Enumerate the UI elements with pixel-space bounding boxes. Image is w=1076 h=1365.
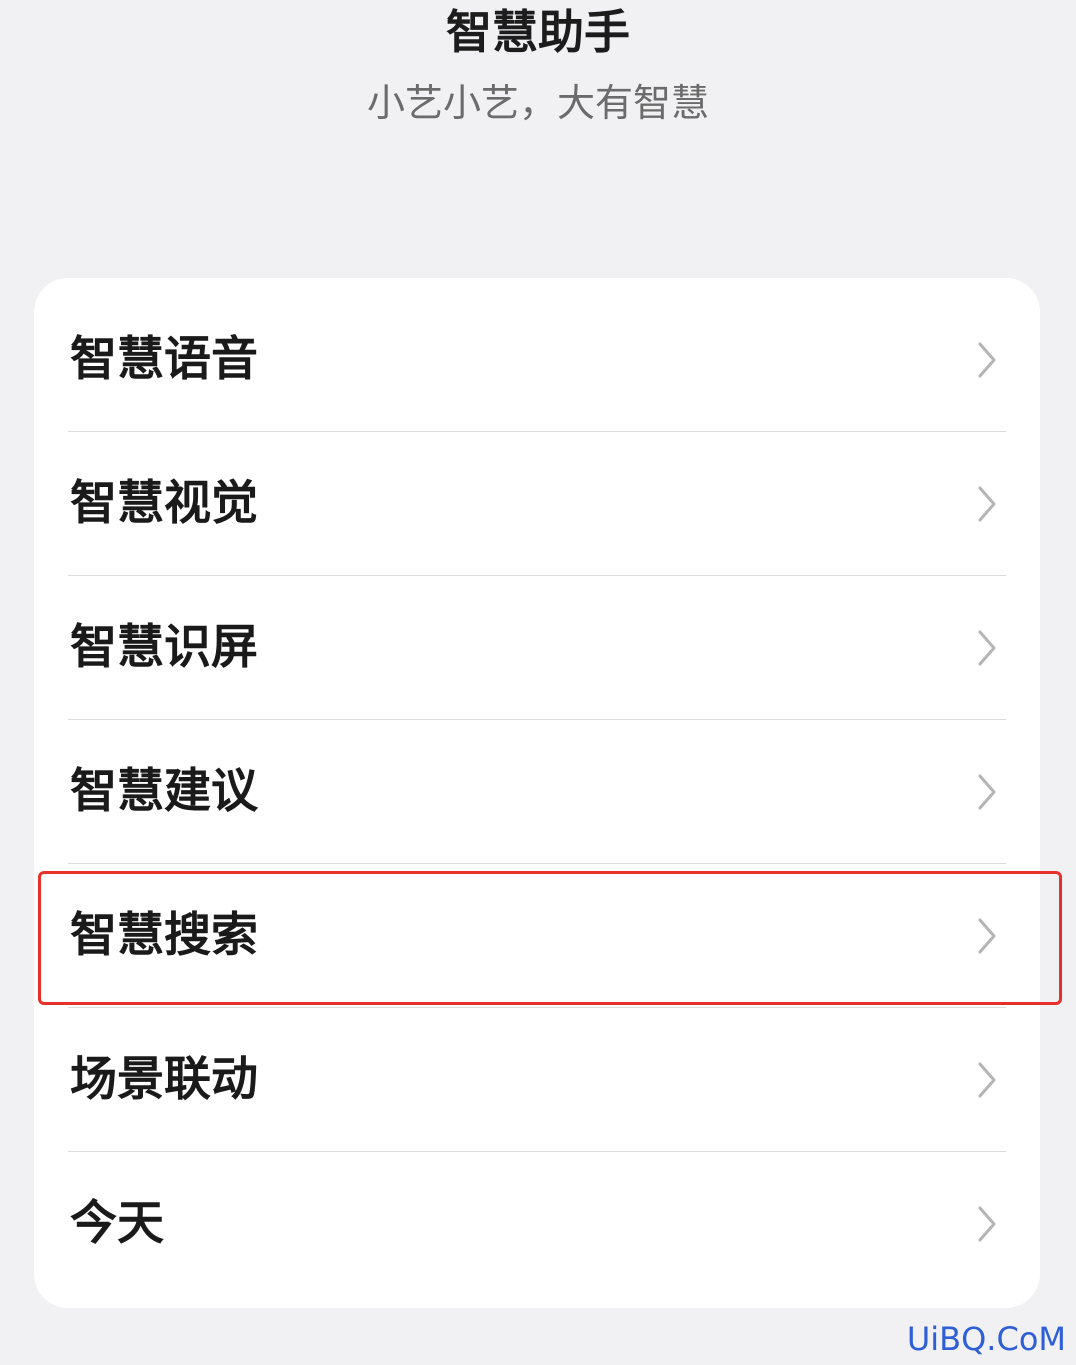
chevron-right-icon <box>972 1202 1002 1246</box>
chevron-right-icon <box>972 914 1002 958</box>
chevron-right-icon <box>972 770 1002 814</box>
chevron-right-icon <box>972 626 1002 670</box>
chevron-right-icon <box>972 482 1002 526</box>
menu-item-smart-vision[interactable]: 智慧视觉 <box>34 432 1040 576</box>
menu-item-today[interactable]: 今天 <box>34 1152 1040 1296</box>
settings-page: 智慧助手 小艺小艺，大有智慧 智慧语音 智慧视觉 智慧识屏 智慧建议 智慧搜索 … <box>0 0 1076 1365</box>
watermark: UiBQ.CoM <box>906 1320 1066 1358</box>
page-title: 智慧助手 <box>446 5 630 59</box>
settings-menu-card: 智慧语音 智慧视觉 智慧识屏 智慧建议 智慧搜索 场景联动 今天 <box>34 278 1040 1308</box>
menu-item-label: 今天 <box>70 1196 164 1251</box>
menu-item-label: 智慧语音 <box>70 332 258 387</box>
menu-item-scene-linkage[interactable]: 场景联动 <box>34 1008 1040 1152</box>
page-subtitle: 小艺小艺，大有智慧 <box>366 81 709 125</box>
menu-item-label: 智慧视觉 <box>70 476 258 531</box>
chevron-right-icon <box>972 338 1002 382</box>
menu-item-smart-screen-recognition[interactable]: 智慧识屏 <box>34 576 1040 720</box>
menu-item-smart-search[interactable]: 智慧搜索 <box>34 864 1040 1008</box>
menu-item-smart-suggestions[interactable]: 智慧建议 <box>34 720 1040 864</box>
menu-item-label: 场景联动 <box>70 1052 258 1107</box>
menu-item-smart-voice[interactable]: 智慧语音 <box>34 288 1040 432</box>
menu-item-label: 智慧识屏 <box>70 620 258 675</box>
chevron-right-icon <box>972 1058 1002 1102</box>
menu-item-label: 智慧建议 <box>70 764 258 819</box>
menu-item-label: 智慧搜索 <box>70 908 258 963</box>
